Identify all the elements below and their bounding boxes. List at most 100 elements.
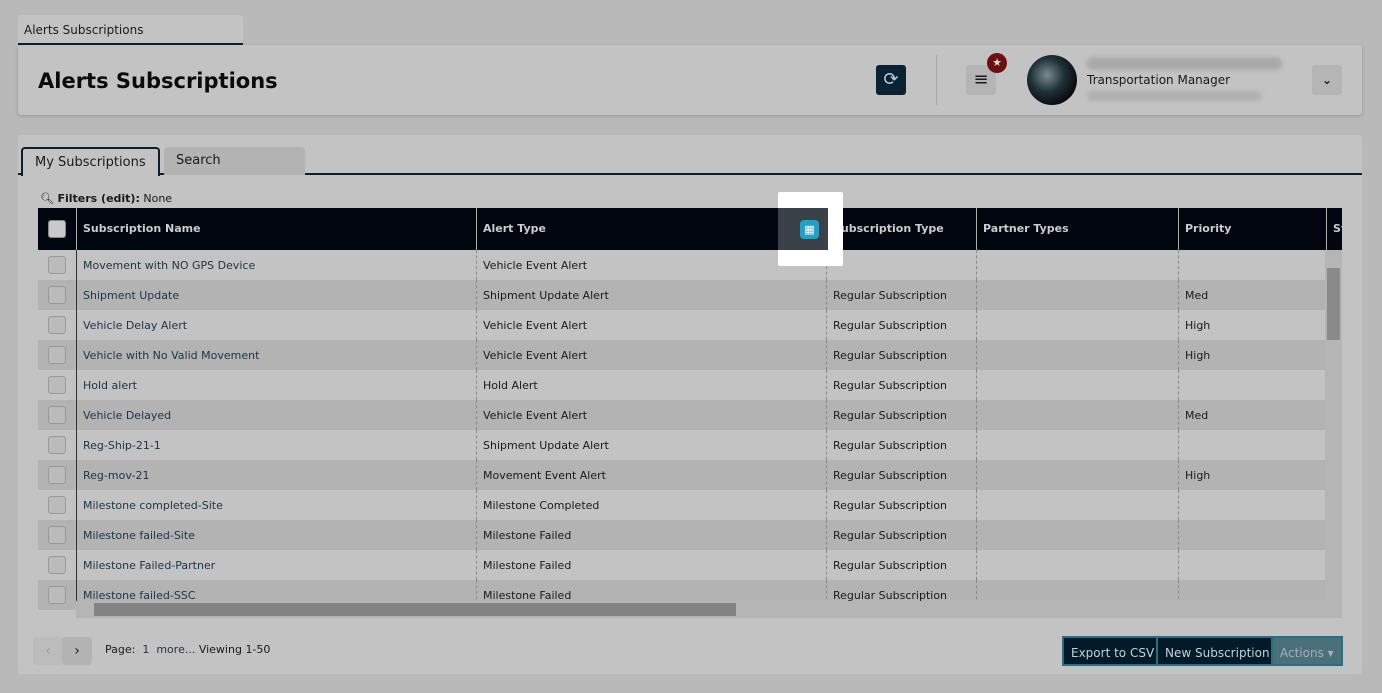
subscription-name-link[interactable]: Reg-Ship-21-1 (76, 430, 476, 460)
subscription-name-link[interactable]: Shipment Update (76, 280, 476, 310)
row-checkbox[interactable] (48, 376, 66, 394)
subscription-type-cell: Regular Subscription (826, 280, 976, 310)
partner-types-cell (976, 400, 1178, 430)
subscription-name-link[interactable]: Hold alert (76, 370, 476, 400)
prev-page-button[interactable]: ‹ (33, 637, 63, 665)
table-row[interactable]: Hold alert Hold Alert Regular Subscription (38, 370, 1326, 400)
tab-search[interactable]: Search (164, 147, 305, 175)
user-dropdown-button[interactable]: ⌄ (1312, 65, 1342, 95)
partner-types-cell (976, 550, 1178, 580)
priority-cell: High (1178, 310, 1326, 340)
table-row[interactable]: Vehicle Delayed Vehicle Event Alert Regula… (38, 400, 1326, 430)
subscription-name-link[interactable]: Reg-mov-21 (76, 460, 476, 490)
alert-type-cell: Hold Alert (476, 370, 826, 400)
table-row[interactable]: Movement with NO GPS Device Vehicle Event… (38, 250, 1326, 280)
page-number[interactable]: 1 (142, 643, 149, 656)
column-subscription-name[interactable]: Subscription Name (76, 208, 476, 250)
table-row[interactable]: Milestone failed-Site Milestone Failed Reg… (38, 520, 1326, 550)
grid-header: Subscription Name Alert Type Subscriptio… (38, 208, 1342, 250)
subscription-type-cell: Regular Subscription (826, 340, 976, 370)
table-row[interactable]: Vehicle Delay Alert Vehicle Event Alert Re… (38, 310, 1326, 340)
alert-type-cell: Vehicle Event Alert (476, 250, 826, 280)
priority-cell (1178, 250, 1326, 280)
column-priority[interactable]: Priority (1178, 208, 1326, 250)
more-link[interactable]: more... (156, 643, 195, 656)
alert-type-cell: Vehicle Event Alert (476, 310, 826, 340)
subscription-type-cell: Regular Subscription (826, 460, 976, 490)
priority-cell (1178, 550, 1326, 580)
table-row[interactable]: Shipment Update Shipment Update Alert Regu… (38, 280, 1326, 310)
priority-cell: High (1178, 340, 1326, 370)
row-checkbox[interactable] (48, 346, 66, 364)
row-checkbox[interactable] (48, 586, 66, 604)
subscription-name-link[interactable]: Milestone failed-Site (76, 520, 476, 550)
page-label: Page: (105, 643, 136, 656)
subscription-type-cell: Regular Subscription (826, 430, 976, 460)
column-alert-type[interactable]: Alert Type (476, 208, 826, 250)
row-checkbox[interactable] (48, 496, 66, 514)
subscription-type-cell: Regular Subscription (826, 490, 976, 520)
column-chooser-icon[interactable]: ▦ (800, 220, 819, 239)
row-checkbox[interactable] (48, 436, 66, 454)
partner-types-cell (976, 430, 1178, 460)
horizontal-scrollbar[interactable] (76, 601, 1342, 618)
new-subscription-button[interactable]: New Subscription (1156, 636, 1279, 666)
subscription-name-link[interactable]: Milestone Failed-Partner (76, 550, 476, 580)
table-row[interactable]: Vehicle with No Valid Movement Vehicle Ev… (38, 340, 1326, 370)
subscription-name-link[interactable]: Movement with NO GPS Device (76, 250, 476, 280)
column-sy[interactable]: Sy (1326, 208, 1342, 250)
table-row[interactable]: Milestone Failed-Partner Milestone Failed… (38, 550, 1326, 580)
actions-label: Actions (1280, 646, 1324, 660)
row-checkbox[interactable] (48, 466, 66, 484)
table-row[interactable]: Reg-Ship-21-1 Shipment Update Alert Regula… (38, 430, 1326, 460)
partner-types-cell (976, 250, 1178, 280)
search-icon: 🔍︎ (40, 192, 54, 205)
select-all-checkbox[interactable] (48, 220, 66, 238)
user-role: Transportation Manager (1087, 73, 1231, 87)
column-partner-types[interactable]: Partner Types (976, 208, 1178, 250)
partner-types-cell (976, 280, 1178, 310)
horizontal-scroll-thumb[interactable] (94, 603, 736, 616)
row-checkbox[interactable] (48, 316, 66, 334)
page-tab[interactable]: Alerts Subscriptions (18, 15, 243, 45)
column-subscription-type[interactable]: Subscription Type (826, 208, 976, 250)
alert-type-cell: Vehicle Event Alert (476, 340, 826, 370)
alert-type-cell: Shipment Update Alert (476, 430, 826, 460)
priority-cell: Med (1178, 400, 1326, 430)
subscription-type-cell: Regular Subscription (826, 550, 976, 580)
star-badge-icon: ★ (987, 53, 1007, 73)
subscription-name-link[interactable]: Vehicle Delay Alert (76, 310, 476, 340)
vertical-scrollbar[interactable] (1325, 250, 1342, 603)
alert-type-cell: Milestone Completed (476, 490, 826, 520)
alert-type-cell: Movement Event Alert (476, 460, 826, 490)
export-csv-button[interactable]: Export to CSV (1062, 636, 1164, 666)
filters-edit-link[interactable]: Filters (edit): (57, 192, 139, 205)
refresh-button[interactable]: ⟳ (876, 65, 906, 95)
page-title: Alerts Subscriptions (38, 69, 278, 93)
filters-bar: 🔍︎ Filters (edit): None (40, 192, 172, 205)
next-page-button[interactable]: › (62, 637, 92, 665)
partner-types-cell (976, 370, 1178, 400)
row-checkbox[interactable] (48, 256, 66, 274)
priority-cell (1178, 490, 1326, 520)
row-checkbox[interactable] (48, 406, 66, 424)
subscription-name-link[interactable]: Vehicle with No Valid Movement (76, 340, 476, 370)
row-checkbox[interactable] (48, 556, 66, 574)
subscription-name-link[interactable]: Milestone completed-Site (76, 490, 476, 520)
alert-type-cell: Milestone Failed (476, 520, 826, 550)
viewing-range: Viewing 1-50 (198, 643, 271, 656)
user-name-blurred (1087, 57, 1282, 70)
tab-my-subscriptions[interactable]: My Subscriptions (21, 147, 160, 176)
row-checkbox[interactable] (48, 526, 66, 544)
partner-types-cell (976, 460, 1178, 490)
actions-button[interactable]: Actions ▾ (1271, 636, 1343, 666)
row-checkbox[interactable] (48, 286, 66, 304)
partner-types-cell (976, 340, 1178, 370)
vertical-scroll-thumb[interactable] (1327, 268, 1340, 340)
subscription-name-link[interactable]: Vehicle Delayed (76, 400, 476, 430)
avatar[interactable] (1027, 55, 1077, 105)
table-row[interactable]: Milestone completed-Site Milestone Comple… (38, 490, 1326, 520)
table-row[interactable]: Reg-mov-21 Movement Event Alert Regular Su… (38, 460, 1326, 490)
partner-types-cell (976, 520, 1178, 550)
subscription-type-cell (826, 250, 976, 280)
